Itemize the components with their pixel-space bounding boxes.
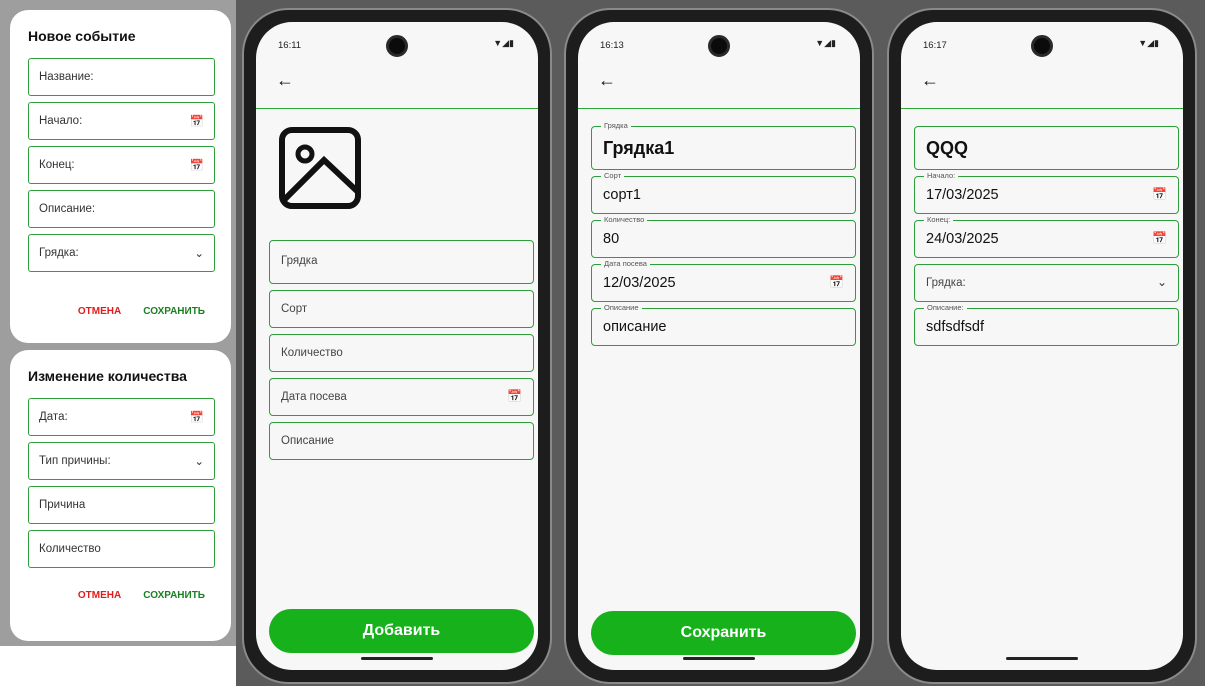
home-indicator	[1006, 657, 1078, 660]
chevron-down-icon: ⌄	[194, 248, 204, 260]
cancel-button[interactable]: ОТМЕНА	[78, 590, 121, 601]
variety-field[interactable]: Сорт сорт1	[591, 171, 856, 214]
cancel-button[interactable]: ОТМЕНА	[78, 306, 121, 317]
dialog-title: Изменение количества	[28, 368, 187, 384]
phone-frame: 16:13 ▼◢▮ ← Грядка Грядка1 Сорт сорт1 Колич…	[564, 8, 874, 684]
bed-field[interactable]: Грядка Грядка1	[591, 121, 856, 170]
save-button[interactable]: Сохранить	[591, 611, 856, 655]
camera-cutout	[386, 35, 408, 57]
save-button[interactable]: СОХРАНИТЬ	[143, 590, 205, 601]
bed-field[interactable]: Грядка	[269, 240, 534, 284]
signal-battery-icon: ▼◢▮	[493, 38, 514, 48]
signal-battery-icon: ▼◢▮	[815, 38, 836, 48]
new-event-dialog: Новое событие Название: Начало: 📅 Конец: 📅…	[10, 10, 231, 343]
event-bed-select[interactable]: Грядка: ⌄	[28, 234, 215, 272]
calendar-icon[interactable]: 📅	[190, 158, 204, 172]
add-button[interactable]: Добавить	[269, 609, 534, 653]
calendar-icon[interactable]: 📅	[507, 389, 522, 403]
divider	[578, 108, 860, 109]
event-description-field[interactable]: Описание:	[28, 190, 215, 228]
quantity-field[interactable]: Количество	[269, 334, 534, 372]
event-end-field[interactable]: Конец: 📅	[28, 146, 215, 184]
dialog-title: Новое событие	[28, 28, 136, 44]
calendar-icon[interactable]: 📅	[829, 275, 844, 289]
variety-field[interactable]: Сорт	[269, 290, 534, 328]
event-start-field[interactable]: Начало: 17/03/2025 📅	[914, 171, 1179, 214]
image-placeholder-icon[interactable]	[278, 126, 362, 210]
home-indicator	[361, 657, 433, 660]
add-planting-screen: 16:11 ▼◢▮ ← Грядка Сорт Количество Дата п…	[256, 22, 538, 670]
divider	[256, 108, 538, 109]
divider	[901, 108, 1183, 109]
back-arrow-icon[interactable]: ←	[921, 70, 939, 91]
quantity-field[interactable]: Количество 80	[591, 215, 856, 258]
calendar-icon[interactable]: 📅	[190, 114, 204, 128]
reason-field[interactable]: Причина	[28, 486, 215, 524]
calendar-icon[interactable]: 📅	[190, 410, 204, 424]
description-field[interactable]: Описание	[269, 422, 534, 460]
sow-date-field[interactable]: Дата посева 12/03/2025 📅	[591, 259, 856, 302]
event-description-field[interactable]: Описание: sdfsdfsdf	[914, 303, 1179, 346]
event-bed-select[interactable]: Грядка: ⌄	[914, 264, 1179, 302]
home-indicator	[683, 657, 755, 660]
back-arrow-icon[interactable]: ←	[276, 70, 294, 91]
calendar-icon[interactable]: 📅	[1152, 231, 1167, 245]
back-arrow-icon[interactable]: ←	[598, 70, 616, 91]
description-field[interactable]: Описание описание	[591, 303, 856, 346]
chevron-down-icon: ⌄	[194, 456, 204, 468]
camera-cutout	[1031, 35, 1053, 57]
event-end-field[interactable]: Конец: 24/03/2025 📅	[914, 215, 1179, 258]
edit-planting-screen: 16:13 ▼◢▮ ← Грядка Грядка1 Сорт сорт1 Колич…	[578, 22, 860, 670]
sow-date-field[interactable]: Дата посева 📅	[269, 378, 534, 416]
signal-battery-icon: ▼◢▮	[1138, 38, 1159, 48]
save-button[interactable]: СОХРАНИТЬ	[143, 306, 205, 317]
phone-frame: 16:11 ▼◢▮ ← Грядка Сорт Количество Дата п…	[242, 8, 552, 684]
phone-frame: 16:17 ▼◢▮ ← QQQ Начало: 17/03/2025 📅 Конец:…	[887, 8, 1197, 684]
event-name-field[interactable]: Название:	[28, 58, 215, 96]
calendar-icon[interactable]: 📅	[1152, 187, 1167, 201]
edit-event-screen: 16:17 ▼◢▮ ← QQQ Начало: 17/03/2025 📅 Конец:…	[901, 22, 1183, 670]
camera-cutout	[708, 35, 730, 57]
event-start-field[interactable]: Начало: 📅	[28, 102, 215, 140]
chevron-down-icon: ⌄	[1156, 275, 1167, 289]
date-field[interactable]: Дата: 📅	[28, 398, 215, 436]
quantity-field[interactable]: Количество	[28, 530, 215, 568]
reason-type-select[interactable]: Тип причины: ⌄	[28, 442, 215, 480]
change-quantity-dialog: Изменение количества Дата: 📅 Тип причины:…	[10, 350, 231, 641]
event-title-field[interactable]: QQQ	[914, 126, 1179, 170]
